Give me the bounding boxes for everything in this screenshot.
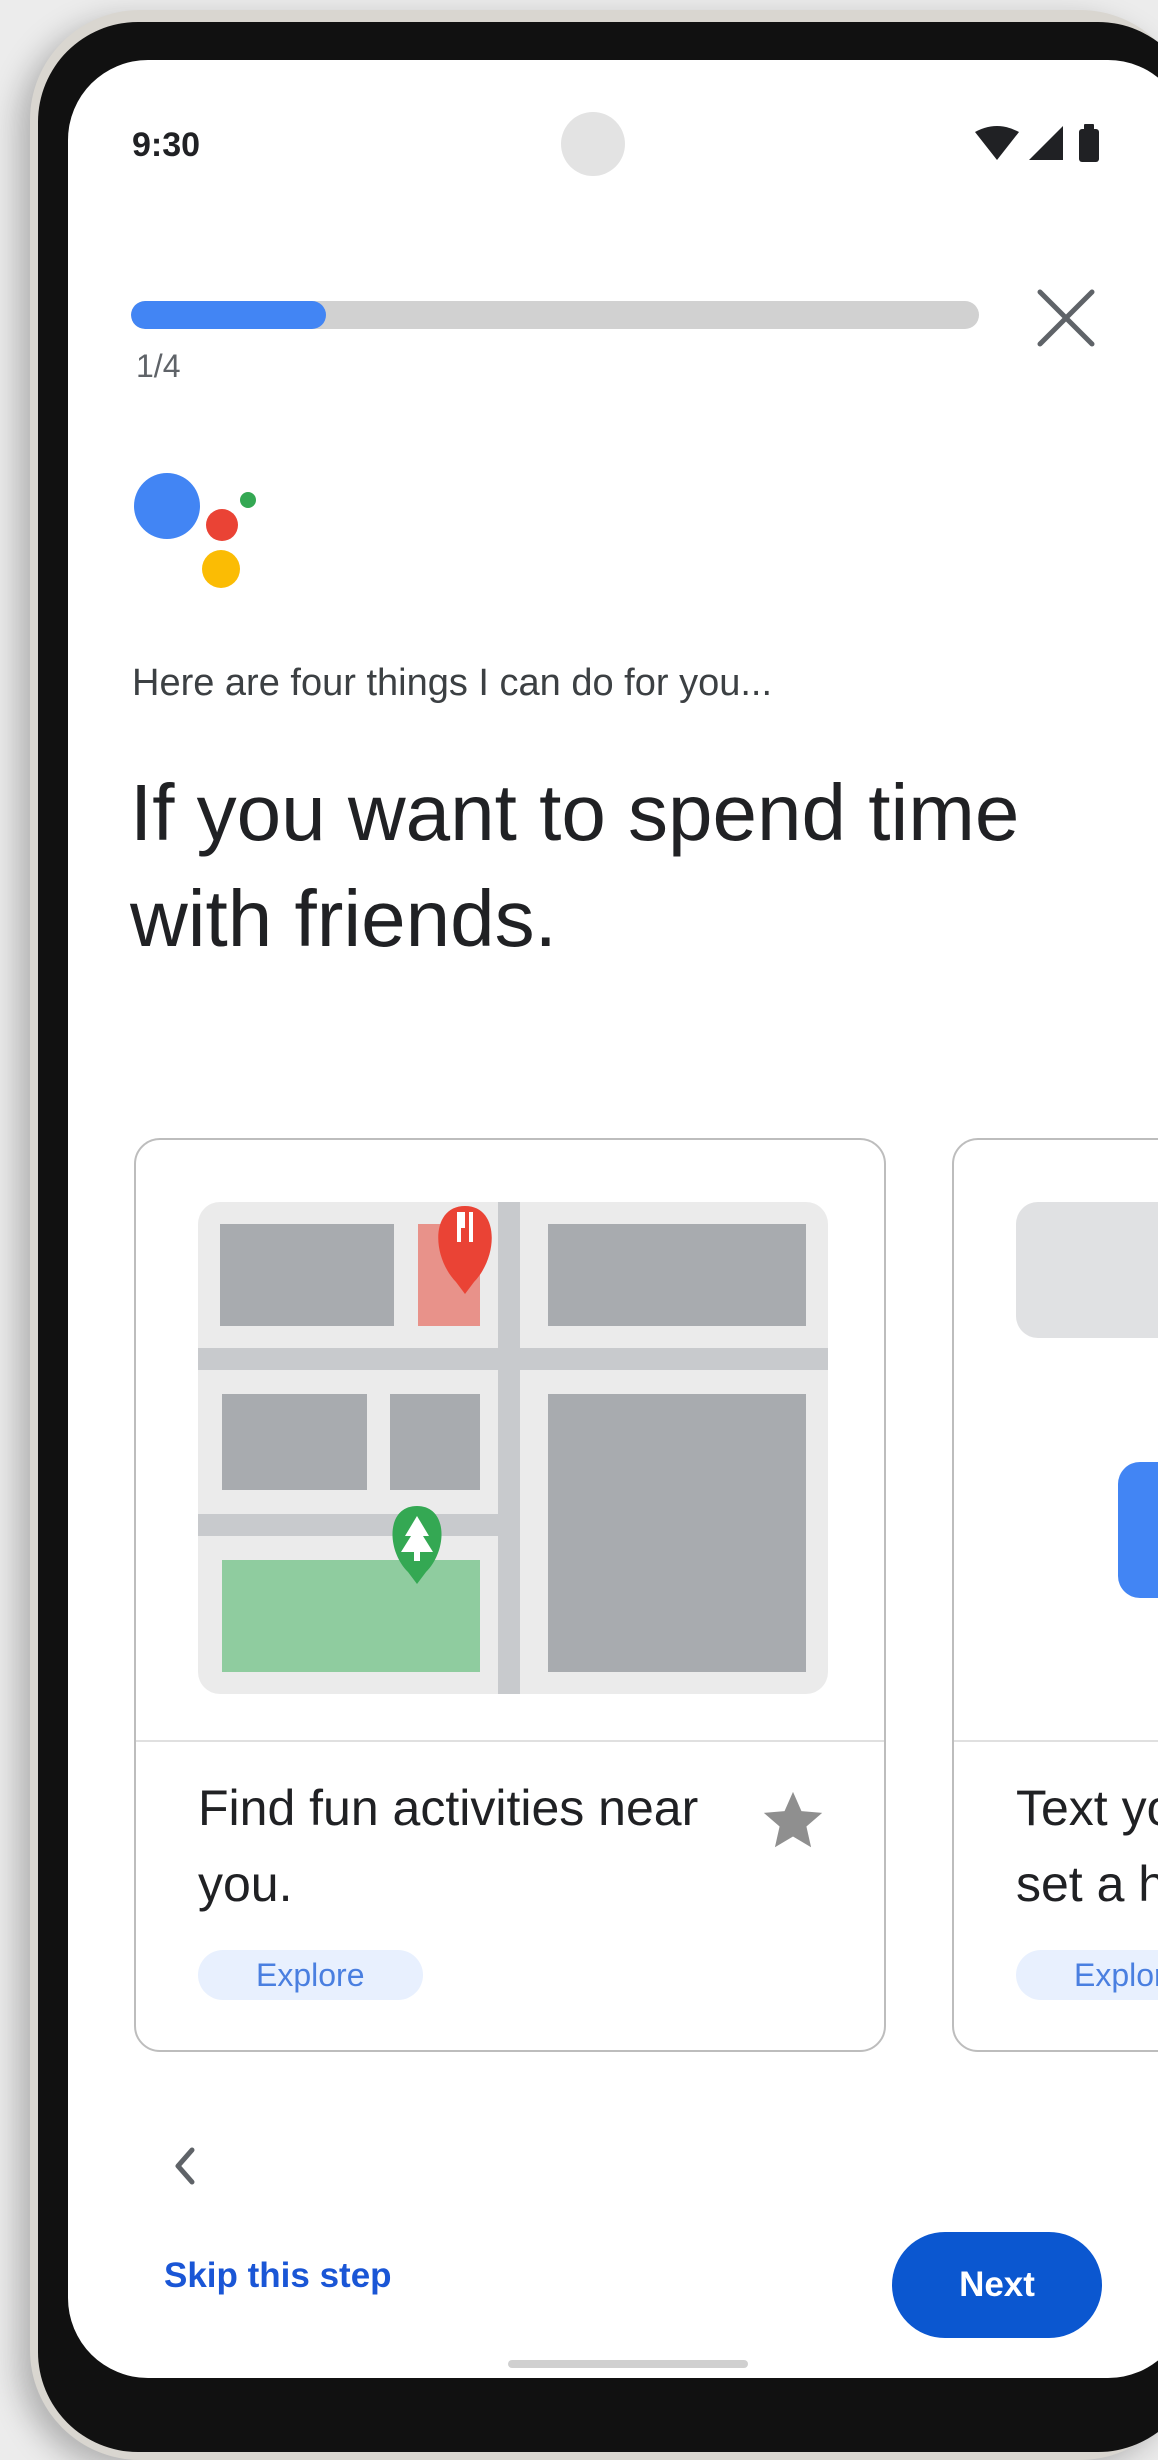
chevron-left-icon[interactable] [158,2138,214,2194]
front-camera [561,112,625,176]
explore-chip[interactable]: Explore [1016,1950,1158,2000]
message-bubble-illustration [1016,1202,1158,1338]
progress-bar-fill [131,301,327,329]
reply-bubble-illustration [1118,1462,1158,1598]
suggestion-card-messaging[interactable]: Text your friends and set a h Explore [952,1138,1158,2052]
card-title: Text your friends and set a h [1016,1780,1158,1912]
suggestion-card-activities[interactable]: Find fun activities near you. Explore [134,1138,886,2052]
skip-step-button[interactable]: Skip this step [164,2256,392,2296]
cellular-signal-icon [1029,126,1063,160]
progress-bar [131,301,979,329]
map-illustration [198,1202,828,1694]
status-time: 9:30 [132,126,201,164]
phone-screen: 9:30 1/4 Here are four things I can do f… [68,60,1158,2378]
status-icons [975,124,1099,162]
card-title: Find fun activities near you. [198,1780,699,1912]
card-divider [136,1740,884,1742]
intro-subtitle: Here are four things I can do for you... [132,662,773,704]
card-divider [954,1740,1158,1742]
explore-chip[interactable]: Explore [198,1950,423,2000]
star-icon[interactable] [758,1786,828,1856]
close-icon[interactable] [1034,286,1098,350]
home-indicator[interactable] [508,2360,748,2368]
wifi-icon [975,126,1019,160]
page-title: If you want to spend time with friends. [130,768,1020,963]
battery-icon [1079,124,1099,162]
assistant-logo-icon [134,473,256,588]
next-button[interactable]: Next [892,2232,1102,2338]
step-counter: 1/4 [136,348,181,384]
